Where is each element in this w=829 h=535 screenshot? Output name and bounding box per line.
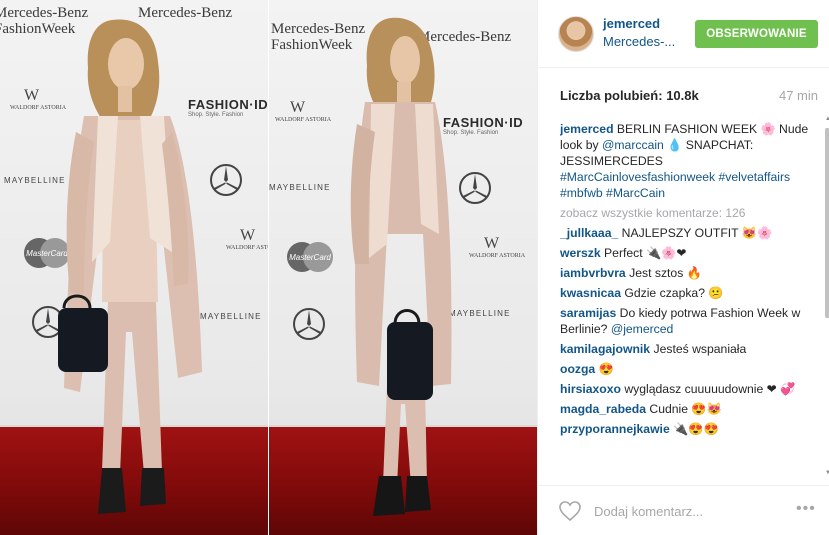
comment-item: przyporannejkawie 🔌😍😍 (560, 421, 814, 437)
comment-item: kamilagajownik Jesteś wspaniała (560, 341, 814, 357)
post-details-panel: jemerced Mercedes-... OBSERWOWANIE Liczb… (537, 0, 829, 535)
comment-text: wyglądasz cuuuuudownie ❤ 💞 (624, 382, 796, 396)
comment-item: kwasnicaa Gdzie czapka? 😕 (560, 285, 814, 301)
mastercard-logo-2: MasterCard (287, 242, 333, 272)
post-photo[interactable]: Mercedes-Benz FashionWeek Mercedes-Benz … (0, 0, 537, 535)
comments-scrollbar[interactable]: ▲ ▼ (825, 116, 829, 476)
comment-username[interactable]: _jullkaaa_ (560, 226, 618, 240)
view-all-comments-link[interactable]: zobacz wszystkie komentarze: 126 (560, 205, 814, 221)
comment-item: werszk Perfect 🔌🌸❤ (560, 245, 814, 261)
comment-item: oozga 😍 (560, 361, 814, 377)
waldorf-astoria-logo-2: WWALDORF ASTORIA (226, 227, 268, 251)
photo-right-half: Mercedes-Benz FashionWeek Mercedes-Benz F… (269, 0, 537, 535)
comment-text: Gdzie czapka? 😕 (624, 286, 724, 300)
comment-text: 😍 (598, 362, 614, 376)
post-time[interactable]: 47 min (779, 88, 818, 103)
scroll-down-arrow-icon[interactable]: ▼ (825, 470, 829, 476)
comment-text: 🔌😍😍 (673, 422, 719, 436)
maybelline-logo-3: MAYBELLINE (269, 183, 331, 192)
comment-username[interactable]: werszk (560, 246, 601, 260)
post-header: jemerced Mercedes-... OBSERWOWANIE (538, 0, 829, 68)
comment-username[interactable]: magda_rabeda (560, 402, 646, 416)
model-figure (58, 19, 202, 514)
comment-item: _jullkaaa_ NAJLEPSZY OUTFIT 😻🌸 (560, 225, 814, 241)
mercedes-star-icon (293, 308, 325, 340)
comment-text: Perfect 🔌🌸❤ (604, 246, 687, 260)
follow-button[interactable]: OBSERWOWANIE (695, 20, 818, 48)
comment-username[interactable]: saramijas (560, 306, 616, 320)
comment-username[interactable]: oozga (560, 362, 595, 376)
comment-item: iambvrbvra Jest sztos 🔥 (560, 265, 814, 281)
model-figure-2 (350, 17, 452, 516)
comment-item: magda_rabeda Cudnie 😍😻 (560, 401, 814, 417)
comment-username[interactable]: przyporannejkawie (560, 422, 670, 436)
svg-text:MasterCard: MasterCard (289, 253, 331, 262)
likes-row: Liczba polubień: 10.8k 47 min (560, 88, 818, 103)
likes-label: Liczba polubień: (560, 88, 663, 103)
comment-username[interactable]: kamilagajownik (560, 342, 650, 356)
comment-mention[interactable]: @jemerced (611, 322, 674, 336)
scroll-thumb[interactable] (825, 128, 829, 318)
caption-username[interactable]: jemerced (560, 122, 614, 136)
caption: jemerced BERLIN FASHION WEEK 🌸 Nude look… (560, 121, 814, 201)
comment-username[interactable]: kwasnicaa (560, 286, 621, 300)
comment-item: saramijas Do kiedy potrwa Fashion Week w… (560, 305, 814, 337)
photo-left-half: Mercedes-Benz FashionWeek Mercedes-Benz … (0, 0, 268, 535)
comment-username[interactable]: hirsiaxoxo (560, 382, 621, 396)
caption-mention[interactable]: @marccain (602, 138, 664, 152)
post-footer: ••• (538, 485, 829, 535)
scroll-up-arrow-icon[interactable]: ▲ (825, 116, 829, 122)
header-username[interactable]: jemerced (603, 16, 660, 31)
comments-list: jemerced BERLIN FASHION WEEK 🌸 Nude look… (560, 121, 814, 479)
comment-item: hirsiaxoxo wyglądasz cuuuuudownie ❤ 💞 (560, 381, 814, 397)
like-heart-icon[interactable] (558, 500, 582, 522)
comment-username[interactable]: iambvrbvra (560, 266, 626, 280)
comment-text: Jesteś wspaniała (653, 342, 747, 356)
comment-text: Cudnie 😍😻 (649, 402, 722, 416)
comment-text: NAJLEPSZY OUTFIT 😻🌸 (621, 226, 773, 240)
location-link[interactable]: Mercedes-... (603, 34, 675, 49)
waldorf-astoria-logo-3: W WALDORF ASTORIA (275, 99, 332, 123)
comment-text: Jest sztos 🔥 (629, 266, 702, 280)
more-options-icon[interactable]: ••• (796, 500, 816, 518)
add-comment-input[interactable] (594, 501, 770, 521)
caption-hashtags[interactable]: #MarcCainlovesfashionweek #velvetaffairs… (560, 170, 790, 200)
avatar[interactable] (558, 16, 594, 52)
likes-count[interactable]: 10.8k (666, 88, 699, 103)
